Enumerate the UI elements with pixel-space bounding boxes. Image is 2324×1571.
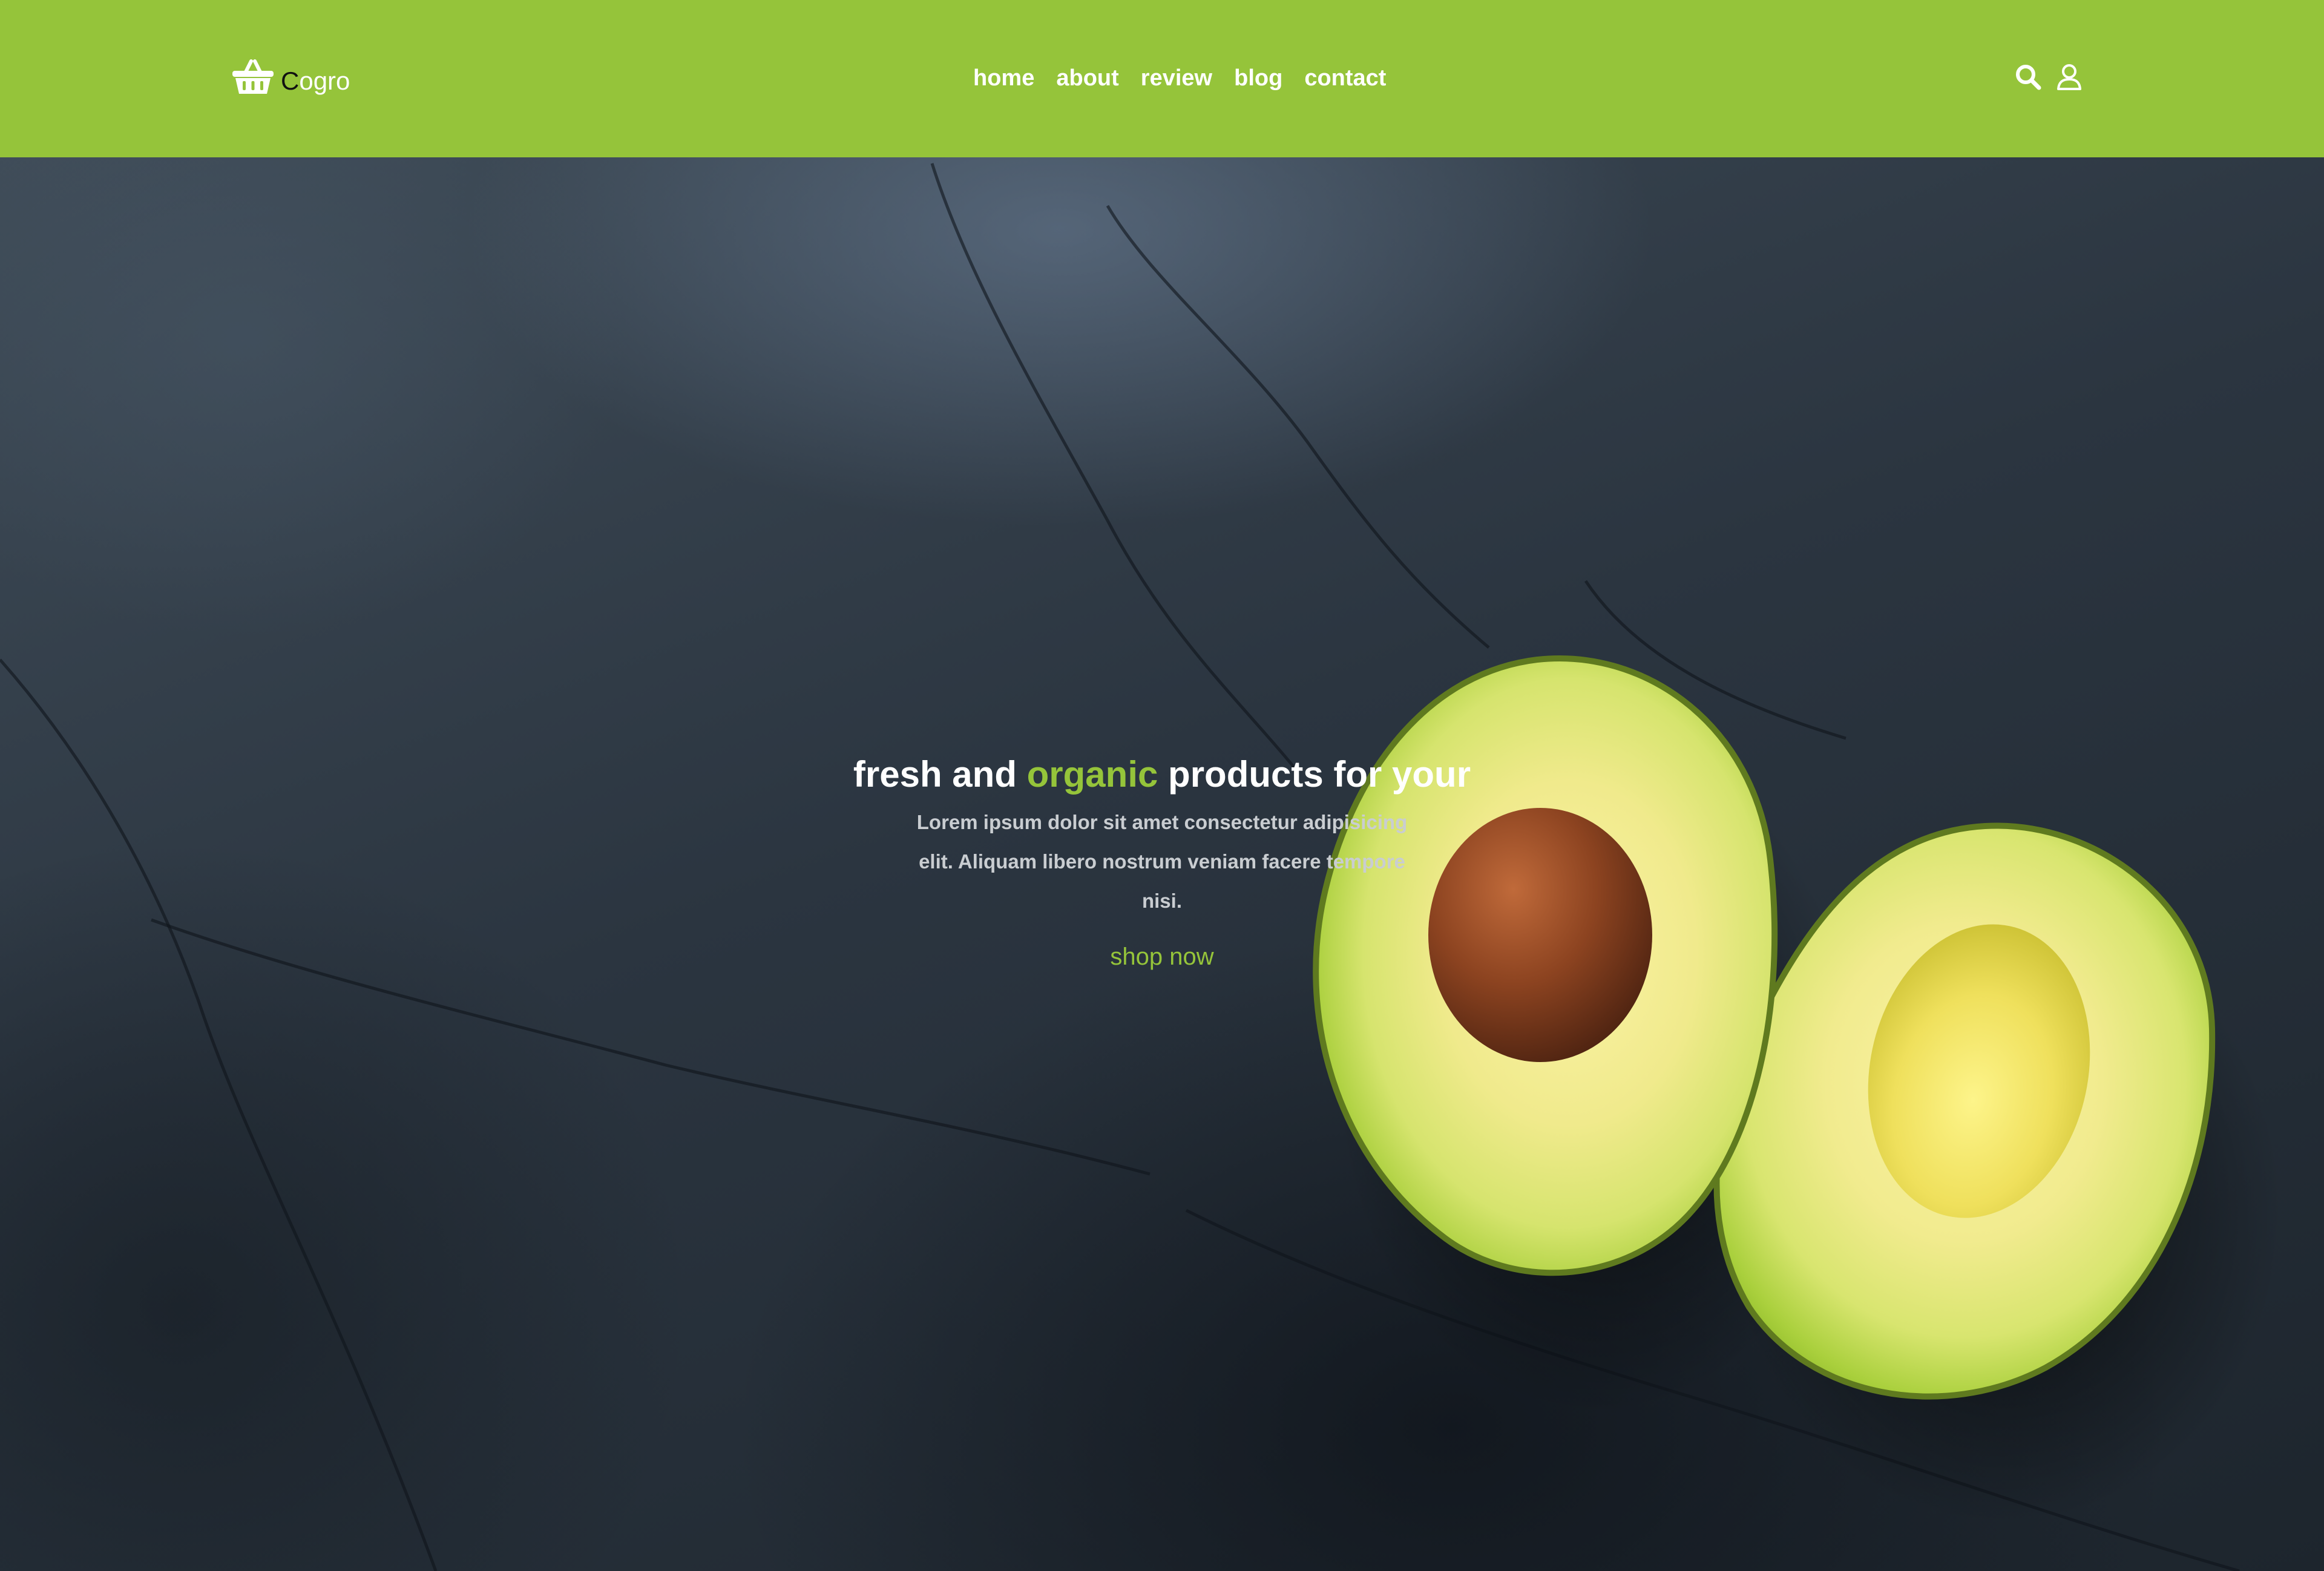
nav-about[interactable]: about (1056, 63, 1118, 93)
nav-contact[interactable]: contact (1304, 63, 1386, 93)
user-icon[interactable] (2055, 63, 2083, 91)
main-nav: home about review blog contact (973, 63, 1386, 93)
nav-home[interactable]: home (973, 63, 1034, 93)
nav-blog[interactable]: blog (1234, 63, 1282, 93)
hero-title-start: fresh and (853, 754, 1027, 795)
logo-text: Cogro (281, 67, 350, 96)
hero-title-end: products for your (1158, 754, 1471, 795)
logo-rest: ogro (299, 67, 350, 95)
hero-description: Lorem ipsum dolor sit amet consectetur a… (916, 811, 1408, 912)
site-header: Cogro home about review blog contact (0, 0, 2324, 157)
hero-section: fresh and organic products for your Lore… (0, 157, 2324, 1571)
shopping-basket-icon (232, 59, 274, 94)
hero-title-accent: organic (1026, 754, 1158, 795)
logo-link[interactable]: Cogro (232, 58, 350, 96)
nav-review[interactable]: review (1141, 63, 1212, 93)
hero-title: fresh and organic products for your (835, 750, 1489, 799)
logo-first-letter: C (281, 67, 300, 95)
hero-content: fresh and organic products for your Lore… (835, 750, 1489, 972)
search-icon[interactable] (2014, 63, 2042, 91)
header-tools (2014, 63, 2083, 91)
shop-now-button[interactable]: shop now (1110, 941, 1213, 972)
